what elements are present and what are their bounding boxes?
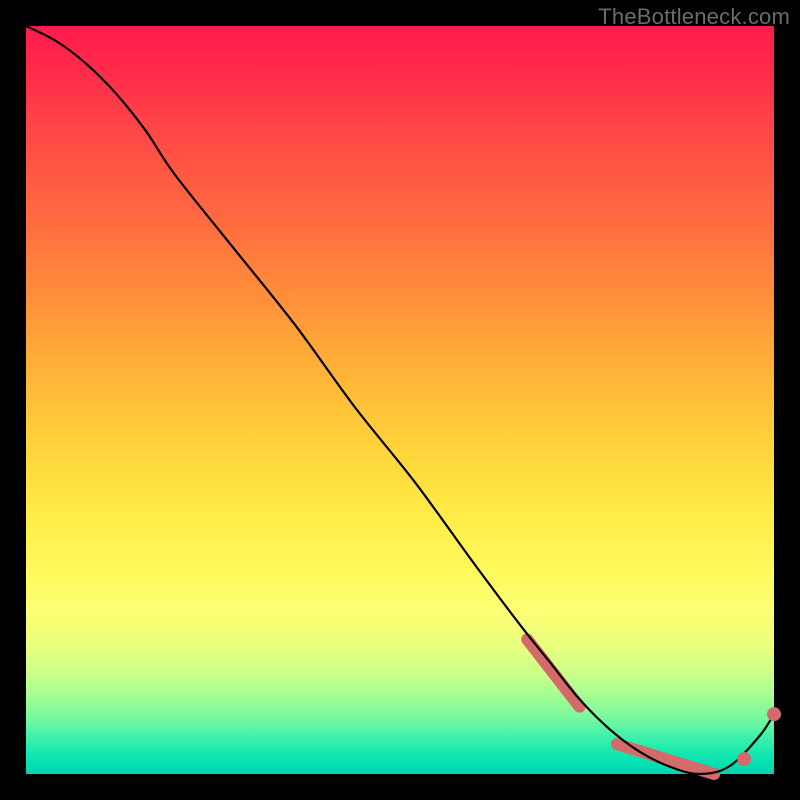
highlight-layer xyxy=(527,639,714,774)
highlight-segment xyxy=(617,744,714,774)
watermark-text: TheBottleneck.com xyxy=(598,4,790,30)
plot-area xyxy=(26,26,774,774)
bottleneck-curve xyxy=(26,26,774,774)
highlight-dot xyxy=(737,752,751,766)
highlight-segment xyxy=(527,639,579,706)
chart-stage: TheBottleneck.com xyxy=(0,0,800,800)
highlight-dot xyxy=(767,707,781,721)
chart-svg xyxy=(26,26,774,774)
